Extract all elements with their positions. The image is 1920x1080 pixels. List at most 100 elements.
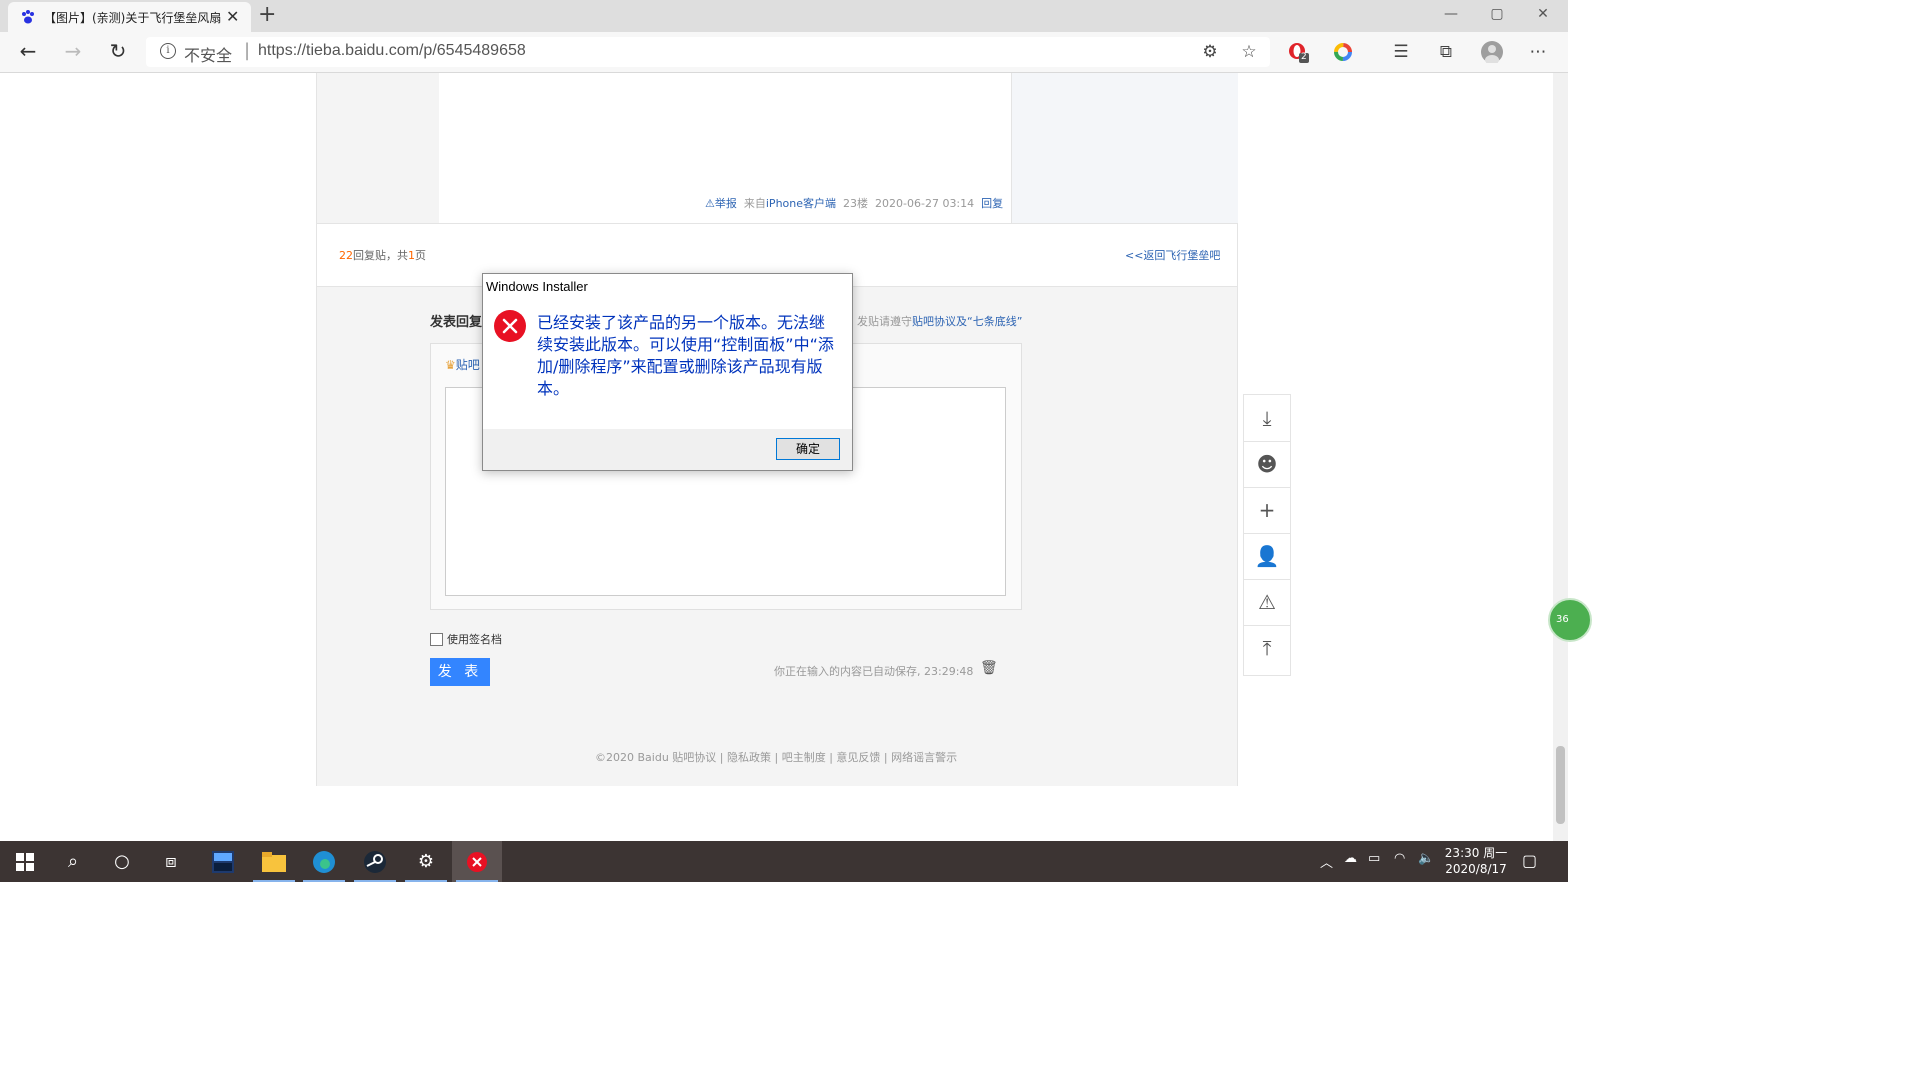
post-floor: 23楼 — [843, 197, 869, 210]
ok-button[interactable]: 确定 — [776, 438, 840, 460]
error-app-icon[interactable] — [452, 841, 502, 882]
onedrive-cloud-icon[interactable]: ☁ — [1344, 851, 1357, 866]
autosave-status: 你正在输入的内容已自动保存, 23:29:48 — [774, 665, 974, 678]
editor-toolbar-label: 贴吧 — [455, 358, 480, 372]
edge-glyph — [313, 851, 335, 873]
floating-tool-column: ⤓ ☻ + 👤 ⚠ ⤒ — [1243, 394, 1291, 676]
footer-copyright: ©2020 Baidu — [595, 751, 669, 764]
feedback-icon[interactable]: ⚠ — [1244, 579, 1290, 626]
file-explorer-icon[interactable] — [249, 841, 299, 882]
task-view-icon[interactable]: ⧈ — [146, 841, 196, 882]
favorite-star-icon[interactable]: ☆ — [1238, 41, 1260, 63]
signature-checkbox[interactable] — [430, 633, 443, 646]
rule-link[interactable]: 贴吧协议及“七条底线” — [912, 315, 1022, 328]
dev-app-icon[interactable] — [198, 841, 248, 882]
floating-green-badge[interactable]: 36 — [1548, 598, 1592, 642]
bear-face-icon[interactable]: ☻ — [1244, 441, 1290, 488]
address-bar[interactable]: i 不安全 | https://tieba.baidu.com/p/654548… — [146, 37, 1270, 67]
steam-icon[interactable] — [350, 841, 400, 882]
clock-date: 2020/8/17 — [1445, 862, 1507, 876]
extension-opera-icon[interactable]: 2 — [1287, 41, 1309, 63]
windows-logo-glyph — [16, 853, 34, 871]
trash-icon[interactable]: 🗑 — [980, 660, 998, 676]
wifi-icon[interactable]: ◠ — [1394, 851, 1405, 866]
add-icon[interactable]: + — [1244, 487, 1290, 534]
extension-badge: 2 — [1301, 52, 1307, 62]
back-arrow-icon[interactable]: ← — [16, 40, 40, 64]
address-separator: | — [244, 40, 251, 61]
edge-icon[interactable] — [299, 841, 349, 882]
clock-time: 23:30 周一 — [1444, 846, 1508, 860]
post-meta: ⚠举报 来自iPhone客户端 23楼 2020-06-27 03:14 回复 — [705, 195, 1003, 211]
maximize-button[interactable]: ▢ — [1474, 0, 1520, 32]
footer-link[interactable]: 意见反馈 — [836, 751, 880, 764]
dev-app-glyph — [212, 851, 234, 873]
editor-title: 发表回复 — [430, 315, 483, 330]
dialog-message: 已经安装了该产品的另一个版本。无法继续安装此版本。可以使用“控制面板”中“添加/… — [537, 313, 834, 398]
start-icon[interactable] — [0, 841, 50, 882]
search-icon[interactable]: ⌕ — [48, 841, 98, 882]
browser-tab[interactable]: 【图片】(亲测)关于飞行堡垒风扇 ✕ — [8, 2, 251, 32]
post-source: 来自 — [743, 197, 766, 210]
user-member-icon[interactable]: 👤 — [1244, 533, 1290, 580]
extension-color-icon[interactable] — [1332, 41, 1354, 63]
report-link[interactable]: ⚠举报 — [705, 197, 737, 210]
post-side — [1011, 73, 1238, 223]
back-to-top-icon[interactable]: ⤒ — [1244, 625, 1290, 671]
extension-color-glyph — [1334, 43, 1352, 61]
minimize-button[interactable]: — — [1428, 0, 1474, 32]
cortana-icon[interactable]: ○ — [97, 841, 147, 882]
client-link[interactable]: iPhone客户端 — [766, 197, 836, 210]
tracking-icon[interactable]: ⚙ — [1199, 41, 1221, 63]
rule-prefix: 发贴请遵守 — [857, 315, 912, 328]
reply-count-number: 22 — [339, 249, 353, 262]
submit-post-button[interactable]: 发 表 — [430, 658, 490, 686]
post-time: 2020-06-27 03:14 — [875, 197, 975, 210]
battery-icon[interactable]: ▭ — [1368, 851, 1380, 866]
footer-link[interactable]: 吧主制度 — [782, 751, 826, 764]
footer-link[interactable]: 网络谣言警示 — [891, 751, 957, 764]
reply-count: 22回复贴，共1页 — [339, 247, 426, 263]
info-icon[interactable]: i — [160, 43, 176, 59]
error-cross-glyph — [502, 318, 518, 334]
profile-avatar-icon[interactable] — [1481, 41, 1503, 65]
signature-label: 使用签名档 — [447, 633, 502, 646]
error-app-glyph — [467, 852, 487, 872]
scrollbar-thumb[interactable] — [1556, 746, 1565, 824]
folder-glyph — [262, 852, 286, 872]
page-scrollbar[interactable] — [1553, 73, 1568, 841]
back-to-forum-link[interactable]: <<返回飞行堡垒吧 — [1125, 247, 1220, 263]
report-label: 举报 — [714, 197, 737, 210]
favorites-list-icon[interactable]: ☰ — [1390, 41, 1412, 63]
tab-title: 【图片】(亲测)关于飞行堡垒风扇 — [44, 11, 222, 25]
steam-glyph — [364, 851, 386, 873]
close-window-button[interactable]: ✕ — [1520, 0, 1566, 32]
reply-link[interactable]: 回复 — [981, 197, 1003, 210]
reply-count-suffix: 回复贴，共 — [353, 249, 408, 262]
footer-link[interactable]: 隐私政策 — [727, 751, 771, 764]
tab-close-icon[interactable]: ✕ — [226, 7, 239, 26]
posting-rules: 发贴请遵守贴吧协议及“七条底线” — [857, 313, 1022, 329]
notification-center-icon[interactable]: ▢ — [1522, 851, 1537, 870]
security-label[interactable]: 不安全 — [184, 42, 232, 66]
page-count-suffix: 页 — [415, 249, 426, 262]
dialog-button-bar: 确定 — [483, 429, 852, 470]
footer-link[interactable]: 贴吧协议 — [672, 751, 716, 764]
dialog-title: Windows Installer — [486, 279, 588, 294]
volume-icon[interactable]: 🔈 — [1418, 851, 1434, 866]
baidu-paw-icon — [22, 10, 34, 24]
download-app-icon[interactable]: ⤓ — [1244, 395, 1290, 442]
settings-icon[interactable]: ⚙ — [401, 841, 451, 882]
new-tab-button[interactable]: + — [258, 2, 276, 27]
tray-chevron-icon[interactable]: ︿ — [1320, 852, 1333, 871]
url-text[interactable]: https://tieba.baidu.com/p/6545489658 — [258, 42, 526, 60]
refresh-icon[interactable]: ↻ — [106, 40, 130, 64]
taskbar-clock[interactable]: 23:30 周一 2020/8/17 — [1440, 845, 1512, 877]
editor-toolbar[interactable]: ♛贴吧 — [445, 356, 480, 373]
forward-arrow-icon[interactable]: → — [61, 40, 85, 64]
crown-icon: ♛ — [445, 358, 456, 372]
installer-dialog: Windows Installer 已经安装了该产品的另一个版本。无法继续安装此… — [482, 273, 853, 471]
more-menu-icon[interactable]: ⋯ — [1527, 41, 1549, 63]
collections-icon[interactable]: ⧉ — [1435, 41, 1457, 63]
page-count: 1 — [408, 249, 415, 262]
